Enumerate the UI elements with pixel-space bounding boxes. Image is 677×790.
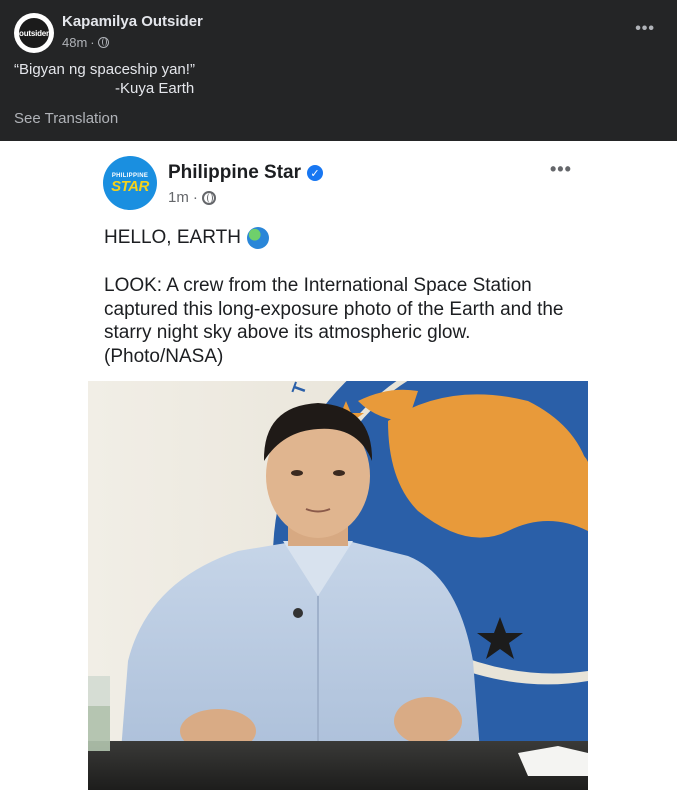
shared-body-text: LOOK: A crew from the International Spac… — [104, 275, 564, 367]
photo-illustration: T — [88, 381, 588, 790]
post-time[interactable]: 48m — [62, 35, 87, 50]
see-translation-link[interactable]: See Translation — [14, 110, 118, 127]
shared-more-icon: ••• — [550, 159, 572, 179]
shared-page-name-text: Philippine Star — [168, 162, 302, 183]
post-meta: 48m · — [62, 35, 109, 50]
shared-post-meta: 1m · — [168, 189, 216, 206]
verified-badge-icon: ✓ — [307, 165, 324, 181]
earth-globe-icon — [246, 227, 269, 249]
page-avatar[interactable]: outsider — [14, 13, 54, 53]
caption-quote: “Bigyan ng spaceship yan!” — [14, 61, 195, 78]
page-name[interactable]: Kapamilya Outsider — [62, 13, 203, 30]
shared-post-screenshot[interactable]: PHILIPPINE STAR Philippine Star ✓ 1m · •… — [0, 141, 677, 790]
outsider-logo: outsider — [17, 16, 51, 50]
more-options-icon[interactable]: ••• — [635, 20, 655, 38]
globe-icon — [97, 37, 109, 48]
philippine-star-avatar: PHILIPPINE STAR — [103, 156, 157, 210]
shared-meta-separator: · — [192, 189, 198, 206]
shared-post-time: 1m — [168, 189, 189, 206]
post-photo: T — [88, 381, 588, 790]
meta-separator: · — [90, 35, 95, 50]
shared-globe-icon — [201, 190, 216, 205]
avatar-star-text: STAR — [111, 177, 149, 195]
outer-post-header: outsider Kapamilya Outsider 48m · ••• “B… — [0, 0, 677, 141]
shared-headline-text: HELLO, EARTH — [104, 227, 241, 248]
caption-attribution: -Kuya Earth — [115, 80, 195, 97]
shared-headline: HELLO, EARTH — [104, 227, 269, 249]
shared-page-name: Philippine Star ✓ — [168, 162, 324, 184]
